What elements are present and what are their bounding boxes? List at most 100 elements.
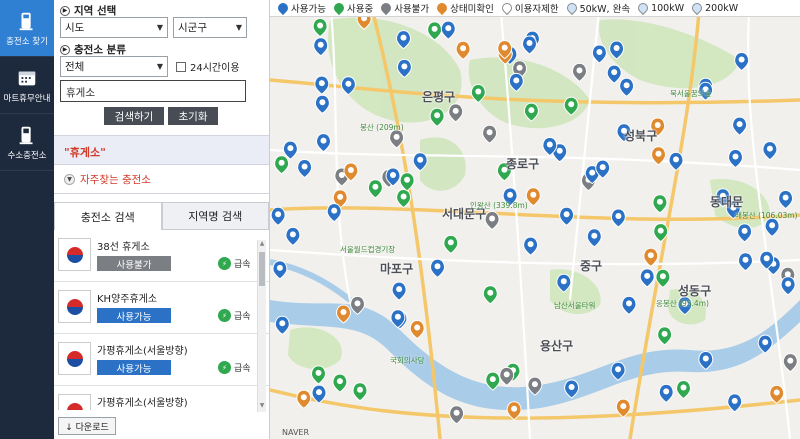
charger-pin-icon[interactable] bbox=[310, 365, 327, 385]
charger-pin-icon[interactable] bbox=[314, 94, 330, 114]
sigungu-select[interactable]: 시군구 ▼ bbox=[173, 17, 247, 38]
charger-pin-icon[interactable] bbox=[737, 223, 753, 243]
charger-pin-icon[interactable] bbox=[313, 37, 329, 57]
legend-item[interactable]: 사용중 bbox=[331, 0, 373, 16]
charger-pin-icon[interactable] bbox=[391, 281, 407, 301]
sido-select[interactable]: 시도 ▼ bbox=[60, 17, 168, 38]
charger-pin-icon[interactable] bbox=[525, 187, 541, 207]
charger-pin-icon[interactable] bbox=[621, 295, 637, 316]
charger-pin-icon[interactable] bbox=[399, 172, 415, 192]
map-view[interactable]: 은평구 성북구 종로구 서대문구 동대문 마포구 중구 성동구 용산구 북서울꿈… bbox=[270, 0, 800, 439]
charger-pin-icon[interactable] bbox=[274, 315, 290, 335]
charger-pin-icon[interactable] bbox=[658, 383, 674, 404]
charger-pin-icon[interactable] bbox=[523, 236, 539, 256]
charger-pin-icon[interactable] bbox=[352, 382, 368, 402]
tab-region-search[interactable]: 지역명 검색 bbox=[161, 202, 269, 230]
download-button[interactable]: ↓ 다운로드 bbox=[58, 417, 116, 435]
charger-pin-icon[interactable] bbox=[409, 319, 425, 340]
legend-item[interactable]: 50kW, 완속 bbox=[564, 0, 630, 16]
station-type-select[interactable]: 전체 ▼ bbox=[60, 56, 168, 77]
charger-pin-icon[interactable] bbox=[610, 208, 626, 228]
charger-pin-icon[interactable] bbox=[484, 210, 500, 231]
map-poi-label: 서울월드컵경기장 bbox=[340, 245, 396, 254]
charger-pin-icon[interactable] bbox=[297, 158, 313, 179]
charger-pin-icon[interactable] bbox=[429, 107, 445, 127]
charger-pin-icon[interactable] bbox=[482, 285, 498, 305]
charger-pin-icon[interactable] bbox=[762, 141, 778, 161]
charger-pin-icon[interactable] bbox=[619, 77, 635, 97]
chevron-down-icon: ▼ bbox=[235, 23, 242, 32]
legend-item[interactable]: 상태미확인 bbox=[435, 0, 494, 16]
legend-item[interactable]: 100kW bbox=[636, 0, 684, 16]
legend-item[interactable]: 사용불가 bbox=[379, 0, 429, 16]
scroll-down-icon[interactable]: ▼ bbox=[258, 402, 266, 412]
charger-pin-icon[interactable] bbox=[606, 64, 622, 84]
status-badge: 사용불가 bbox=[97, 256, 171, 271]
charger-pin-icon[interactable] bbox=[482, 124, 498, 144]
charger-pin-icon[interactable] bbox=[499, 366, 515, 387]
charger-pin-icon[interactable] bbox=[571, 62, 588, 83]
result-scrollbar[interactable]: ▲ ▼ bbox=[257, 240, 266, 412]
charger-pin-icon[interactable] bbox=[455, 40, 471, 60]
charger-pin-icon[interactable] bbox=[429, 258, 446, 278]
charger-pin-icon[interactable] bbox=[782, 353, 798, 373]
keyword-input[interactable]: 휴게소 bbox=[60, 80, 246, 102]
charger-pin-icon[interactable] bbox=[668, 151, 684, 172]
charger-pin-icon[interactable] bbox=[586, 228, 602, 248]
search-button[interactable]: 검색하기 bbox=[104, 107, 164, 125]
scroll-up-icon[interactable]: ▲ bbox=[258, 240, 266, 250]
charger-pin-icon[interactable] bbox=[764, 217, 780, 237]
list-item[interactable]: 가평휴게소(서울방향) bbox=[54, 386, 269, 410]
legend-item[interactable]: 200kW bbox=[690, 0, 738, 16]
nav-charger-search[interactable]: 충전소 찾기 bbox=[0, 0, 54, 57]
charger-pin-icon[interactable] bbox=[780, 276, 796, 296]
charger-pin-icon[interactable] bbox=[675, 379, 692, 400]
charger-pin-icon[interactable] bbox=[312, 17, 328, 38]
charger-pin-icon[interactable] bbox=[732, 116, 748, 136]
region-section-title: ▶ 지역 선택 bbox=[60, 3, 116, 18]
charger-pin-icon[interactable] bbox=[272, 260, 288, 280]
charger-pin-icon[interactable] bbox=[734, 51, 750, 72]
charger-pin-icon[interactable] bbox=[727, 393, 743, 413]
charger-pin-icon[interactable] bbox=[274, 155, 290, 175]
map-poi-label: 봉산 (209m) bbox=[360, 123, 404, 132]
legend-item[interactable]: 이용자제한 bbox=[499, 0, 559, 16]
chevron-down-icon: ▼ bbox=[156, 62, 163, 71]
tab-station-search[interactable]: 충전소 검색 bbox=[54, 202, 162, 230]
nav-hydrogen-station[interactable]: 수소충전소 bbox=[0, 114, 54, 171]
pin-icon bbox=[499, 0, 514, 16]
charger-pin-icon[interactable] bbox=[521, 35, 538, 55]
open24-checkbox[interactable]: 24시간이용 bbox=[176, 59, 240, 74]
list-item[interactable]: 38선 휴게소 사용불가 ⚡ 급속 bbox=[54, 230, 269, 282]
list-item[interactable]: 가평휴게소(서울방향) 사용가능 ⚡ 급속 bbox=[54, 334, 269, 386]
charger-pin-icon[interactable] bbox=[427, 21, 443, 41]
charger-pin-icon[interactable] bbox=[396, 188, 412, 209]
charger-pin-icon[interactable] bbox=[778, 189, 794, 210]
chevron-down-icon: ▼ bbox=[64, 174, 75, 185]
charger-pin-icon[interactable] bbox=[332, 373, 348, 393]
charger-pin-icon[interactable] bbox=[639, 268, 655, 288]
charger-pin-icon[interactable] bbox=[657, 326, 673, 346]
charger-pin-icon[interactable] bbox=[314, 75, 330, 95]
charger-pin-icon[interactable] bbox=[285, 226, 301, 247]
nav-mart-holiday[interactable]: 마트휴무안내 bbox=[0, 57, 54, 114]
charger-pin-icon[interactable] bbox=[440, 20, 456, 40]
favorites-toggle[interactable]: ▼ 자주찾는 충전소 bbox=[54, 166, 269, 194]
charger-pin-icon[interactable] bbox=[448, 103, 464, 123]
fast-charge-badge: ⚡ 급속 bbox=[218, 257, 251, 270]
charger-pin-icon[interactable] bbox=[449, 405, 465, 425]
list-item[interactable]: KH양주휴게소 사용가능 ⚡ 급속 bbox=[54, 282, 269, 334]
charger-pin-icon[interactable] bbox=[367, 179, 383, 199]
legend-item[interactable]: 사용가능 bbox=[275, 0, 326, 16]
checkbox-box[interactable] bbox=[176, 61, 186, 72]
scroll-thumb[interactable] bbox=[259, 252, 265, 286]
charger-pin-icon[interactable] bbox=[270, 206, 286, 226]
charger-pin-icon[interactable] bbox=[315, 133, 332, 153]
charger-pin-icon[interactable] bbox=[296, 389, 312, 409]
charger-pin-icon[interactable] bbox=[443, 234, 459, 255]
calendar-icon bbox=[18, 71, 36, 85]
charger-pin-icon[interactable] bbox=[652, 194, 668, 214]
reset-button[interactable]: 초기화 bbox=[168, 107, 218, 125]
charger-pin-icon[interactable] bbox=[737, 252, 754, 272]
charger-pin-icon[interactable] bbox=[559, 206, 575, 226]
